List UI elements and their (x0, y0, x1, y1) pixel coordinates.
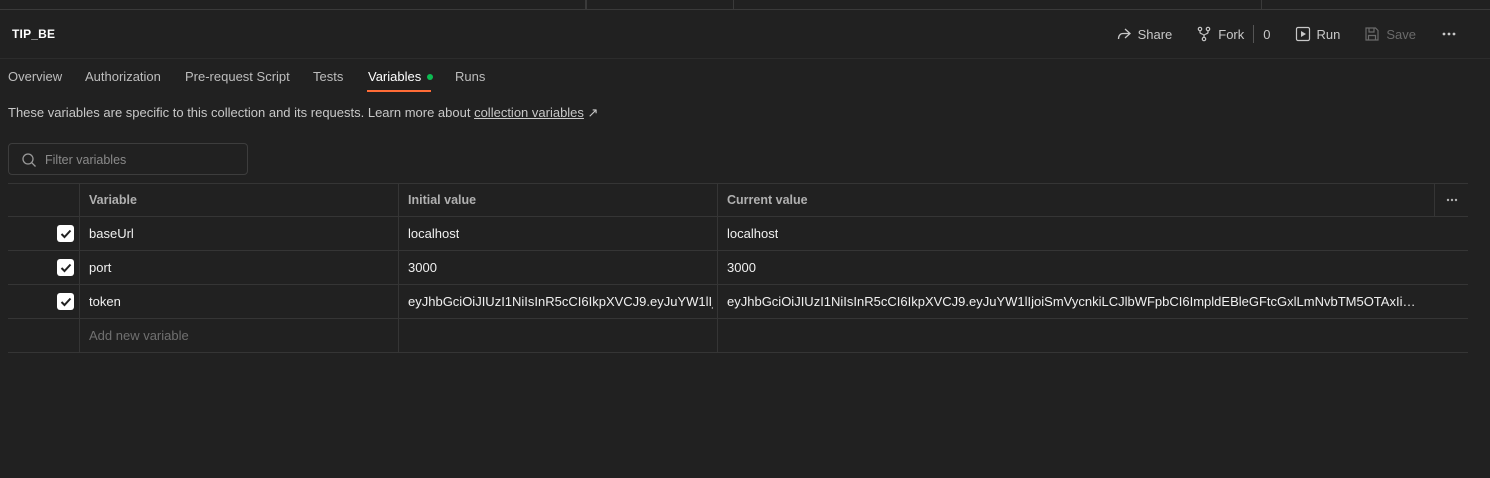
checkmark-icon (60, 297, 71, 306)
current-value-cell[interactable]: eyJhbGciOiJIUzI1NiIsInR5cCI6IkpXVCJ9.eyJ… (718, 285, 1434, 318)
current-value-cell[interactable] (718, 319, 1434, 352)
tab-authorization[interactable]: Authorization (85, 69, 161, 93)
variable-name-cell[interactable]: baseUrl (80, 217, 399, 250)
table-header-row: Variable Initial value Current value (8, 183, 1468, 217)
tab-variables-label: Variables (368, 69, 422, 84)
table-options-button[interactable] (1434, 184, 1468, 216)
collection-header: TIP_BE Share Fork 0 Run Save (0, 10, 1490, 58)
header-actions: Share Fork 0 Run Save (1116, 24, 1462, 44)
add-new-variable-input[interactable]: Add new variable (80, 319, 399, 352)
description-text: These variables are specific to this col… (8, 105, 475, 120)
tab-runs[interactable]: Runs (455, 69, 485, 93)
more-options-button[interactable] (1442, 32, 1462, 36)
header-variable: Variable (80, 184, 399, 216)
header-initial-value: Initial value (399, 184, 718, 216)
variable-name-cell[interactable]: port (80, 251, 399, 284)
tab-pre-request-script[interactable]: Pre-request Script (185, 69, 290, 93)
tab-strip-segment (0, 0, 586, 10)
enabled-checkbox[interactable] (57, 225, 74, 242)
more-horizontal-icon (1446, 198, 1457, 202)
more-horizontal-icon (1442, 32, 1456, 36)
header-checkbox-cell (8, 184, 80, 216)
header-current-value: Current value (727, 193, 808, 207)
initial-value-text: localhost (408, 226, 460, 241)
tab-overview[interactable]: Overview (8, 69, 62, 93)
row-checkbox-cell (8, 285, 80, 318)
variables-description: These variables are specific to this col… (8, 105, 598, 121)
filter-variables-input[interactable] (45, 150, 240, 170)
fork-divider (1253, 25, 1255, 43)
share-label: Share (1137, 26, 1173, 42)
filter-variables-box (8, 143, 248, 175)
run-icon (1295, 26, 1310, 42)
variable-name-cell[interactable]: token (80, 285, 399, 318)
initial-value-text: eyJhbGciOiJIUzI1NiIsInR5cCI6IkpXVCJ9.eyJ… (408, 294, 713, 309)
current-value-text: localhost (727, 226, 779, 241)
checkmark-icon (60, 229, 71, 238)
enabled-checkbox[interactable] (57, 293, 74, 310)
run-button[interactable]: Run (1295, 26, 1341, 42)
active-tab-indicator (367, 90, 431, 92)
row-checkbox-cell (8, 251, 80, 284)
save-label: Save (1386, 26, 1416, 42)
unsaved-dot-icon (427, 73, 434, 80)
initial-value-cell[interactable] (399, 319, 718, 352)
share-icon (1117, 28, 1131, 40)
search-icon (22, 153, 36, 167)
fork-label: Fork (1218, 26, 1245, 42)
initial-value-cell[interactable]: eyJhbGciOiJIUzI1NiIsInR5cCI6IkpXVCJ9.eyJ… (399, 285, 718, 318)
save-button[interactable]: Save (1364, 26, 1416, 42)
table-row: port 3000 3000 (8, 251, 1468, 285)
table-row: baseUrl localhost localhost (8, 217, 1468, 251)
collection-tabs: Overview Authorization Pre-request Scrip… (0, 58, 1490, 92)
checkmark-icon (60, 263, 71, 272)
external-link-icon: ↗ (587, 105, 599, 120)
table-row: token eyJhbGciOiJIUzI1NiIsInR5cCI6IkpXVC… (8, 285, 1468, 319)
row-checkbox-cell (8, 217, 80, 250)
add-variable-row: Add new variable (8, 319, 1468, 353)
collection-variables-link[interactable]: collection variables (474, 105, 584, 120)
collection-title: TIP_BE (12, 27, 56, 41)
enabled-checkbox[interactable] (57, 259, 74, 276)
run-label: Run (1316, 26, 1341, 42)
row-checkbox-cell (8, 319, 80, 352)
tab-strip-segment (586, 0, 734, 10)
current-value-text: 3000 (727, 260, 756, 275)
tab-strip-segment (1261, 0, 1262, 10)
initial-value-cell[interactable]: 3000 (399, 251, 718, 284)
initial-value-cell[interactable]: localhost (399, 217, 718, 250)
fork-icon (1197, 26, 1211, 42)
current-value-text: eyJhbGciOiJIUzI1NiIsInR5cCI6IkpXVCJ9.eyJ… (727, 294, 1417, 309)
tab-tests[interactable]: Tests (313, 69, 343, 93)
fork-count: 0 (1263, 26, 1271, 42)
top-tab-strip (0, 0, 1490, 10)
variables-table: Variable Initial value Current value bas… (8, 183, 1468, 353)
share-button[interactable]: Share (1116, 26, 1173, 42)
save-icon (1365, 27, 1379, 41)
current-value-cell[interactable]: 3000 (718, 251, 1434, 284)
initial-value-text: 3000 (408, 260, 437, 275)
fork-button[interactable]: Fork 0 (1196, 25, 1271, 43)
current-value-cell[interactable]: localhost (718, 217, 1434, 250)
